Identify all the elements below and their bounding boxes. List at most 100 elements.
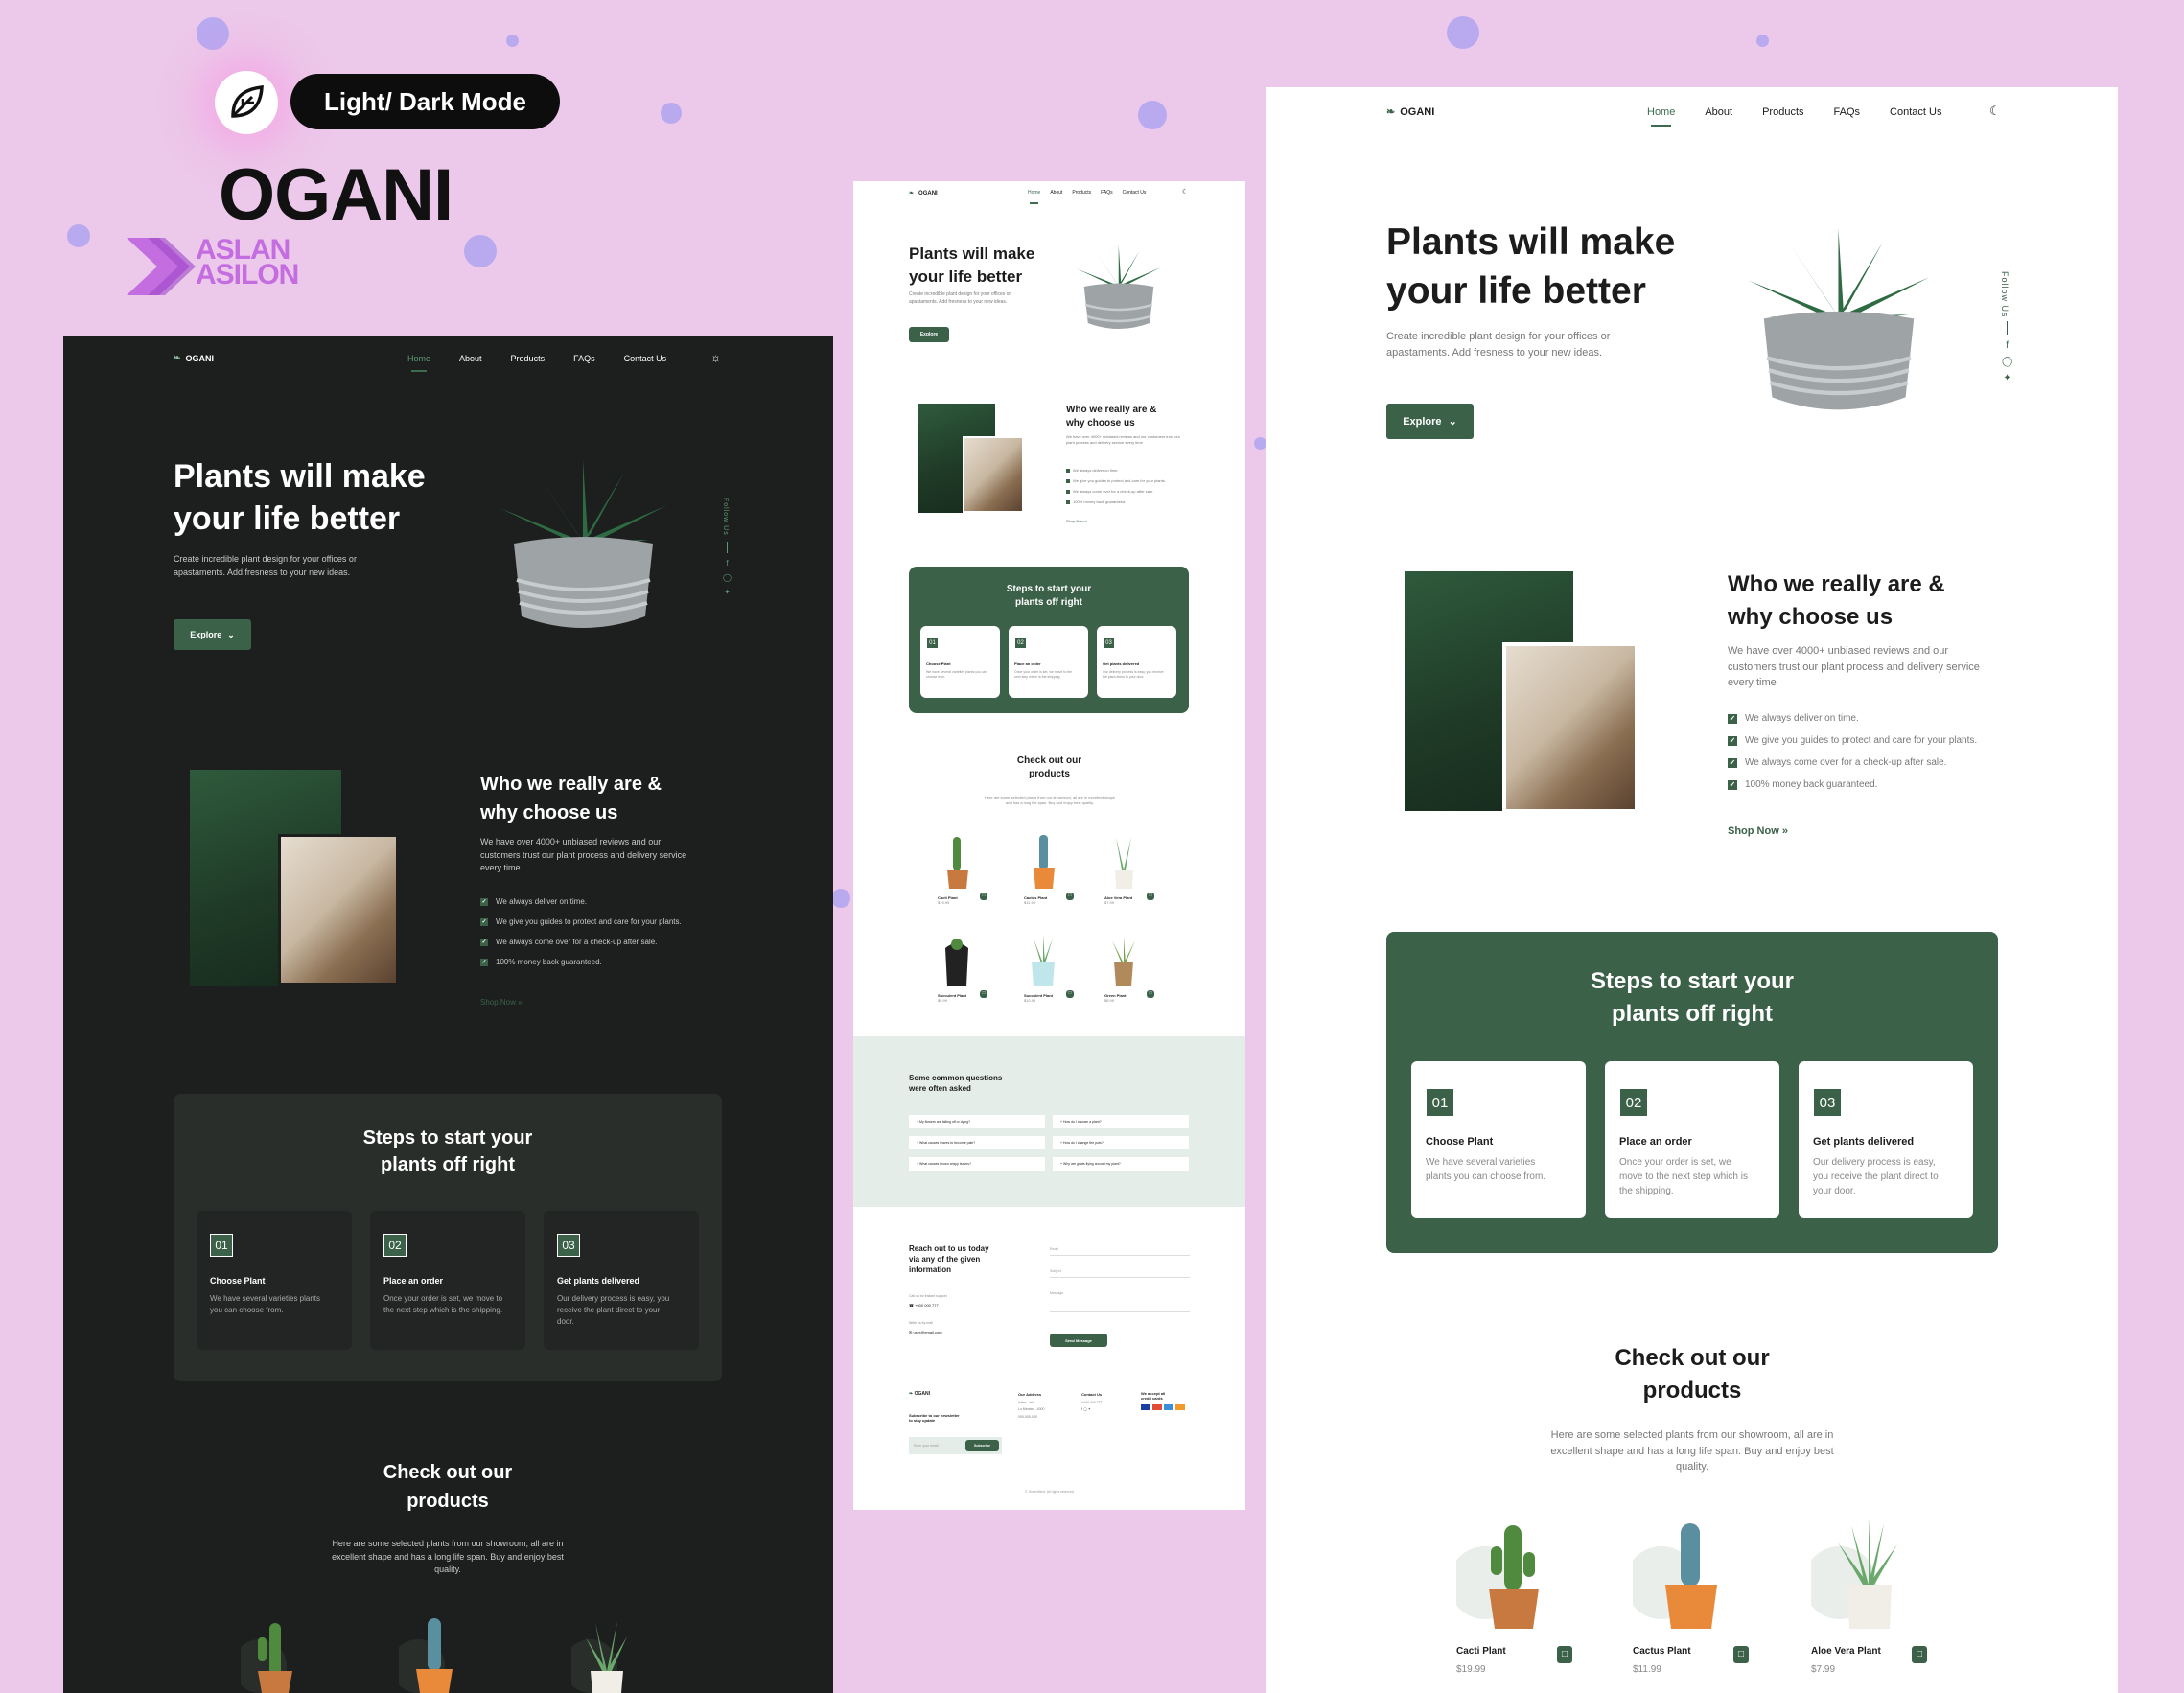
step-number: 01: [1426, 1088, 1454, 1117]
step-desc: Once your order is set, we move to the n…: [383, 1294, 503, 1314]
products-subtitle: Here are some selected plants from our s…: [1550, 1429, 1834, 1473]
list-item-text: We give you guides to protect and care f…: [1073, 478, 1166, 483]
footer-address-title: Our Address: [1018, 1392, 1042, 1397]
bag-icon[interactable]: □: [980, 893, 987, 900]
footer-social-icons[interactable]: f ◯ ✦: [1081, 1406, 1103, 1414]
twitter-icon[interactable]: ✦: [2003, 373, 2010, 383]
product-image-aloe: [571, 1621, 627, 1693]
shop-now-link[interactable]: Shop Now »: [1066, 519, 1087, 523]
product-name: Cacti Plant: [1456, 1646, 1506, 1657]
nav-contact[interactable]: Contact Us: [624, 354, 667, 363]
form-message-field[interactable]: Message: [1050, 1291, 1190, 1312]
send-message-button[interactable]: Send Message: [1050, 1334, 1107, 1347]
faq-item[interactable]: + My flowers are falling off or dying?: [909, 1115, 1045, 1128]
product-price: $5.99: [938, 998, 948, 1003]
product-card[interactable]: Cactus Plant $11.99 □: [1625, 1516, 1757, 1693]
shop-now-link[interactable]: Shop Now »: [1728, 825, 1788, 837]
faq-item[interactable]: + Why are gnats flying around my plant?: [1053, 1157, 1189, 1171]
theme-toggle-moon-icon[interactable]: ☾: [1989, 104, 2001, 119]
product-card[interactable]: Succulent Plant $10.99 □: [1024, 931, 1081, 1027]
nav-about[interactable]: About: [459, 354, 482, 363]
copyright: © GreenMind. All rights reserved: [1025, 1490, 1074, 1494]
list-item: ✓ We always deliver on time.: [1728, 713, 1977, 724]
succulent-pot-image: [500, 460, 667, 628]
checkbox-icon: ✓: [1728, 779, 1737, 790]
decor-dot: [506, 35, 519, 47]
step-desc: We have several varieties plants you can…: [926, 670, 987, 680]
faq-item[interactable]: + What causes brown crispy leaves?: [909, 1157, 1045, 1171]
logo[interactable]: ❧ OGANI: [1386, 105, 1434, 119]
nav-products[interactable]: Products: [511, 354, 546, 363]
nav-home[interactable]: Home: [1647, 106, 1675, 127]
step-desc: Our delivery process is easy, you receiv…: [1813, 1157, 1939, 1196]
product-card[interactable]: Aloe Vera Plant $7.99 □: [1104, 833, 1162, 929]
main-nav: Home About Products FAQs Contact Us: [1028, 190, 1147, 204]
shop-now-link[interactable]: Shop Now »: [480, 998, 523, 1007]
decor-dot: [197, 17, 229, 50]
logo-text: OGANI: [185, 353, 215, 363]
nav-products[interactable]: Products: [1072, 190, 1091, 196]
about-title-line-2: why choose us: [1066, 418, 1135, 429]
product-card[interactable]: Green Plant $8.99 □: [1104, 931, 1162, 1027]
product-image-cactus: [1625, 1523, 1717, 1629]
bag-icon[interactable]: □: [1557, 1646, 1572, 1663]
product-card[interactable]: Cacti Plant $19.99 □: [938, 833, 995, 929]
faq-item[interactable]: + How do I choose a plant?: [1053, 1115, 1189, 1128]
subscribe-label: Subscribe: [974, 1444, 990, 1448]
product-card[interactable]: Aloe Vera Plant $7.99 □: [1803, 1516, 1936, 1693]
product-card[interactable]: Cactus Plant $11.99 □: [1024, 833, 1081, 929]
form-subject-field[interactable]: Subject: [1050, 1269, 1190, 1278]
bag-icon[interactable]: □: [980, 990, 987, 998]
nav-faqs[interactable]: FAQs: [1101, 190, 1113, 196]
product-image-cacti: [241, 1623, 292, 1693]
checkbox-icon: ✓: [1728, 713, 1737, 724]
feature-list: We always deliver on time. We give you g…: [1066, 468, 1166, 504]
bag-icon[interactable]: □: [1147, 893, 1154, 900]
nav-about[interactable]: About: [1050, 190, 1062, 196]
product-card[interactable]: Cacti Plant $19.99 □: [1449, 1516, 1581, 1693]
nav-faqs[interactable]: FAQs: [1834, 106, 1861, 118]
list-item-text: We give you guides to protect and care f…: [1745, 735, 1978, 746]
list-item: ✓ We give you guides to protect and care …: [480, 917, 682, 926]
chevron-logo-icon: [127, 238, 196, 295]
theme-toggle-moon-icon[interactable]: ☾: [1182, 188, 1188, 196]
explore-button[interactable]: Explore ⌄: [1386, 404, 1474, 439]
steps-title: Steps to start your plants off right: [909, 583, 1189, 610]
nav-contact[interactable]: Contact Us: [1123, 190, 1147, 196]
twitter-icon[interactable]: ✦: [724, 588, 731, 596]
facebook-icon[interactable]: f: [2006, 340, 2009, 351]
logo[interactable]: ❧ OGANI: [909, 190, 938, 197]
nav-faqs[interactable]: FAQs: [573, 354, 595, 363]
instagram-icon[interactable]: ◯: [723, 573, 732, 582]
list-item-text: 100% money back guaranteed.: [496, 958, 602, 966]
bag-icon[interactable]: □: [1066, 990, 1074, 998]
bag-icon[interactable]: □: [1066, 893, 1074, 900]
nav-about[interactable]: About: [1705, 106, 1732, 118]
nav-home[interactable]: Home: [1028, 190, 1040, 204]
email-value: user@email.com: [913, 1330, 942, 1334]
nav-contact[interactable]: Contact Us: [1890, 106, 1941, 118]
explore-button[interactable]: Explore: [909, 327, 949, 342]
step-title: Choose Plant: [210, 1276, 266, 1286]
subscribe-button[interactable]: Subscribe: [965, 1440, 999, 1451]
bag-icon[interactable]: □: [1733, 1646, 1749, 1663]
form-email-field[interactable]: Email: [1050, 1247, 1190, 1256]
instagram-icon[interactable]: ◯: [2002, 357, 2012, 367]
bag-icon[interactable]: □: [1147, 990, 1154, 998]
facebook-icon[interactable]: f: [726, 559, 728, 568]
faq-question: What causes leaves to become pale?: [919, 1141, 976, 1145]
theme-toggle-sun-icon[interactable]: ☼: [710, 351, 721, 364]
nav-products[interactable]: Products: [1762, 106, 1803, 118]
hero-subtitle: Create incredible plant design for your …: [1386, 331, 1611, 359]
faq-item[interactable]: + How do I change the pots?: [1053, 1136, 1189, 1149]
shop-now-label: Shop Now: [480, 998, 516, 1007]
leaf-icon: [231, 85, 264, 118]
about-title-line-2: why choose us: [1728, 603, 1894, 630]
logo[interactable]: ❧ OGANI: [174, 353, 214, 363]
product-card[interactable]: Succulent Plant $5.99 □: [938, 931, 995, 1027]
product-image-cacti: [1449, 1525, 1539, 1629]
nav-home[interactable]: Home: [407, 354, 430, 372]
faq-item[interactable]: + What causes leaves to become pale?: [909, 1136, 1045, 1149]
explore-button[interactable]: Explore ⌄: [174, 619, 251, 650]
bag-icon[interactable]: □: [1912, 1646, 1927, 1663]
